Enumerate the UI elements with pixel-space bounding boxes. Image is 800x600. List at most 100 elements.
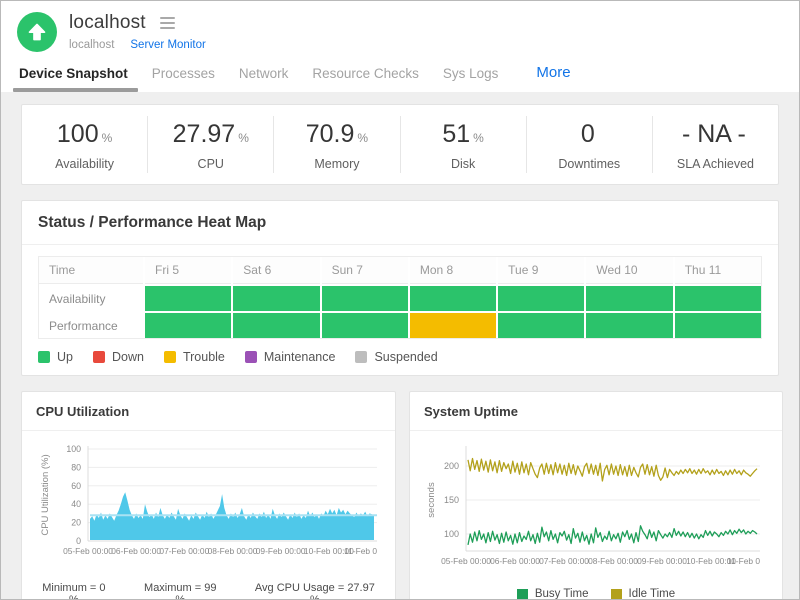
heatmap-cell-performance-thu-11 [675,313,761,338]
svg-text:08-Feb 00:00: 08-Feb 00:00 [208,546,258,556]
svg-text:0: 0 [76,536,81,546]
tab-network[interactable]: Network [239,66,289,92]
legend-label: Maintenance [264,350,336,364]
busy-time-swatch-icon [517,589,528,600]
up-swatch-icon [38,351,50,363]
svg-text:07-Feb 00:00: 07-Feb 00:00 [159,546,209,556]
svg-text:06-Feb 00:00: 06-Feb 00:00 [111,546,161,556]
cpu-maximum: Maximum = 99 % [138,582,223,600]
svg-text:05-Feb 00:00: 05-Feb 00:00 [63,546,113,556]
legend-label: Up [57,350,73,364]
legend-item-down: Down [93,350,144,364]
stat-unit: % [357,131,368,145]
svg-text:80: 80 [71,462,81,472]
stat-value: 70.9 [306,120,355,148]
maintenance-swatch-icon [245,351,257,363]
stat-label: Downtimes [527,157,652,171]
svg-text:seconds: seconds [426,482,437,518]
heatmap-col-mon-8: Mon 8 [410,257,496,284]
breadcrumb-host: localhost [69,39,114,51]
heatmap-cell-availability-mon-8 [410,286,496,311]
svg-text:09-Feb 00:00: 09-Feb 00:00 [256,546,306,556]
cpu-minimum: Minimum = 0 % [36,582,112,600]
heatmap-cell-availability-tue-9 [498,286,584,311]
heatmap-title: Status / Performance Heat Map [38,214,762,232]
heatmap-col-sun-7: Sun 7 [322,257,408,284]
stat-value: 0 [581,120,595,148]
stat-disk: 51% Disk [400,116,526,173]
svg-text:150: 150 [444,495,459,505]
heatmap-col-tue-9: Tue 9 [498,257,584,284]
svg-text:08-Feb 00:00: 08-Feb 00:00 [588,556,638,566]
svg-text:100: 100 [66,444,81,454]
legend-label: Idle Time [629,588,676,600]
uptime-legend: Busy Time Idle Time [424,588,768,600]
stat-label: Disk [401,157,526,171]
stat-value: 100 [57,120,99,148]
stat-label: CPU [148,157,273,171]
stat-unit: % [238,131,249,145]
heatmap-cell-availability-wed-10 [586,286,672,311]
page-title: localhost [69,12,146,34]
legend-item-maintenance: Maintenance [245,350,336,364]
tab-more[interactable]: More [536,64,570,92]
tab-processes[interactable]: Processes [152,66,215,92]
divider [22,430,395,431]
heatmap-cell-performance-mon-8 [410,313,496,338]
stat-availability: 100% Availability [22,116,147,173]
legend-item-trouble: Trouble [164,350,225,364]
uptime-legend-busy-time: Busy Time [517,588,589,600]
heatmap-cell-performance-fri-5 [145,313,231,338]
cpu-average: Avg CPU Usage = 27.97 % [249,582,381,600]
uptime-legend-idle-time: Idle Time [611,588,676,600]
stat-label: Availability [22,157,147,171]
divider [410,430,782,431]
stat-unit: % [102,131,113,145]
stat-downtimes: 0 Downtimes [526,116,652,173]
heatmap-cell-performance-tue-9 [498,313,584,338]
heatmap-col-thu-11: Thu 11 [675,257,761,284]
device-status-up-icon [17,12,57,52]
heatmap-row-label-availability: Availability [39,286,143,311]
svg-text:40: 40 [71,499,81,509]
stat-cpu: 27.97%CPU [147,116,273,173]
legend-item-up: Up [38,350,73,364]
heatmap-col-time: Time [39,257,143,284]
stat-label: Memory [274,157,399,171]
stat-value: 51 [442,120,470,148]
stat-value: - NA - [682,120,746,148]
up-arrow-icon [27,22,47,42]
stat-sla-achieved: - NA -SLA Achieved [652,116,778,173]
heatmap-col-fri-5: Fri 5 [145,257,231,284]
tab-sys-logs[interactable]: Sys Logs [443,66,499,92]
tab-resource-checks[interactable]: Resource Checks [312,66,419,92]
svg-text:100: 100 [444,529,459,539]
legend-label: Suspended [374,350,437,364]
cpu-utilization-card: CPU Utilization 02040608010005-Feb 00:00… [21,391,396,600]
svg-text:11-Feb 0: 11-Feb 0 [727,556,760,566]
suspended-swatch-icon [355,351,367,363]
system-uptime-card: System Uptime 10015020005-Feb 00:0006-Fe… [409,391,783,600]
heatmap-cell-performance-wed-10 [586,313,672,338]
svg-text:07-Feb 00:00: 07-Feb 00:00 [539,556,589,566]
svg-text:05-Feb 00:00: 05-Feb 00:00 [441,556,491,566]
heatmap-cell-availability-thu-11 [675,286,761,311]
summary-stats-bar: 100%Availability27.97%CPU70.9%Memory51%D… [21,104,779,185]
svg-text:11-Feb 0: 11-Feb 0 [344,546,377,556]
legend-item-suspended: Suspended [355,350,437,364]
svg-text:60: 60 [71,481,81,491]
system-uptime-chart: 10015020005-Feb 00:0006-Feb 00:0007-Feb … [424,439,768,575]
hamburger-menu-icon[interactable] [158,15,177,31]
breadcrumb: localhost Server Monitor [69,39,206,51]
svg-text:09-Feb 00:00: 09-Feb 00:00 [637,556,687,566]
legend-label: Busy Time [535,588,589,600]
stat-unit: % [473,131,484,145]
legend-label: Trouble [183,350,225,364]
tab-device-snapshot[interactable]: Device Snapshot [19,66,128,92]
heatmap-legend: Up Down Trouble Maintenance Suspended [38,350,762,364]
cpu-utilization-chart: 02040608010005-Feb 00:0006-Feb 00:0007-F… [36,439,383,563]
breadcrumb-server-monitor-link[interactable]: Server Monitor [130,39,205,51]
down-swatch-icon [93,351,105,363]
cpu-chart-title: CPU Utilization [36,404,381,419]
divider [22,244,778,245]
